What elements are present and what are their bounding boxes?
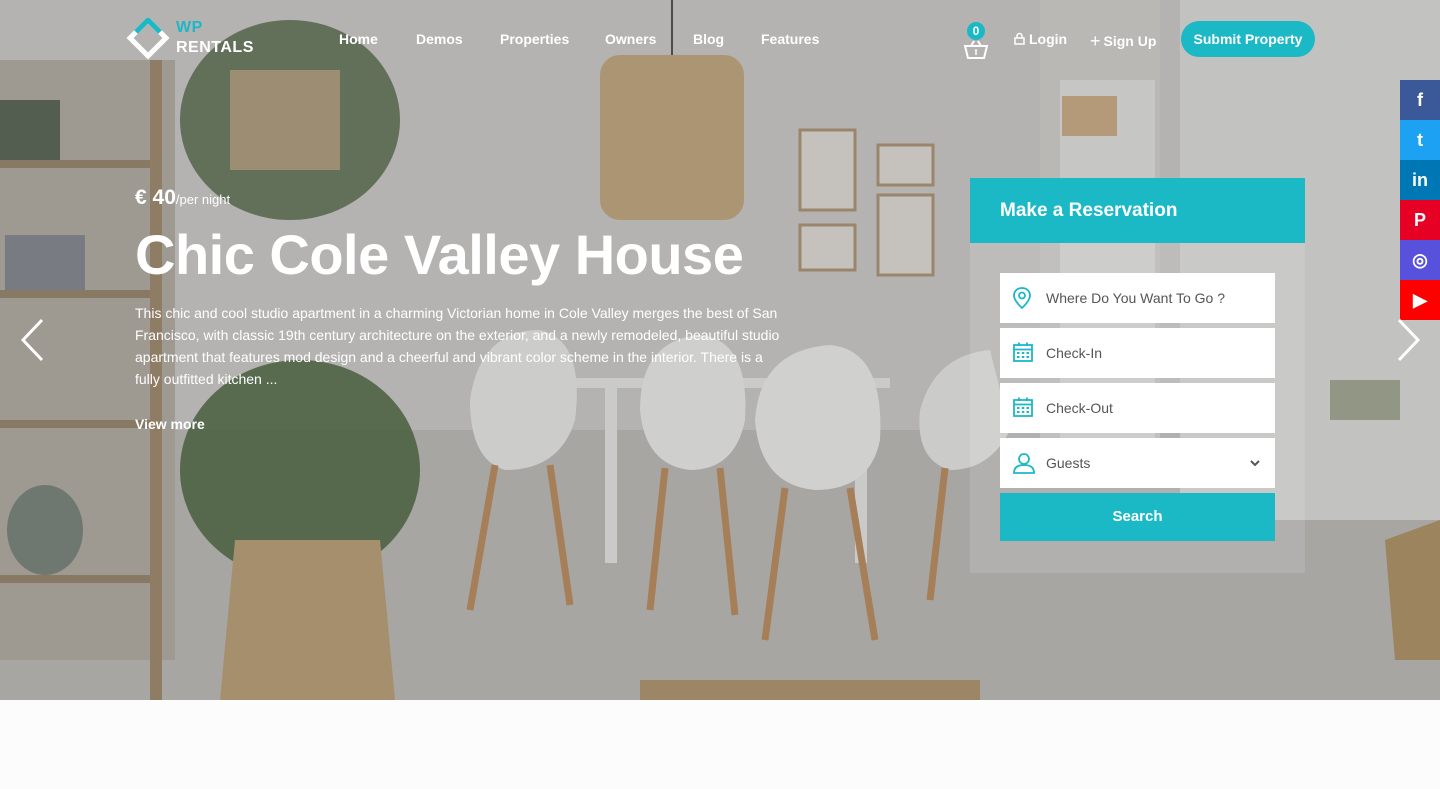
map-pin-icon (1013, 287, 1031, 310)
search-button[interactable]: Search (1000, 493, 1275, 541)
nav-item-demos[interactable]: Demos (416, 31, 463, 47)
check-in-field[interactable]: Check-In (1000, 328, 1275, 378)
login-link[interactable]: Login (1014, 31, 1067, 47)
guests-select[interactable]: Guests (1000, 438, 1275, 488)
logo-text-wp: WP (176, 19, 203, 36)
youtube-icon[interactable]: ▶ (1400, 280, 1440, 320)
login-label: Login (1029, 31, 1068, 47)
pinterest-icon[interactable]: P (1400, 200, 1440, 240)
logo-diamond-icon (126, 18, 170, 60)
check-out-placeholder: Check-Out (1046, 400, 1113, 416)
listing-price: € 40/per night (135, 186, 230, 210)
signup-link[interactable]: + Sign Up (1090, 31, 1156, 52)
submit-property-button[interactable]: Submit Property (1181, 21, 1315, 57)
site-logo[interactable]: WP RENTALS (126, 18, 266, 62)
slider-prev-arrow-icon[interactable] (18, 318, 48, 362)
guests-label: Guests (1046, 455, 1091, 471)
nav-item-features[interactable]: Features (761, 31, 819, 47)
location-field[interactable]: Where Do You Want To Go ? (1000, 273, 1275, 323)
price-amount: € 40 (135, 186, 176, 209)
nav-item-home[interactable]: Home (339, 31, 378, 47)
view-more-link[interactable]: View more (135, 416, 205, 432)
plus-icon: + (1090, 31, 1101, 51)
twitter-icon[interactable]: t (1400, 120, 1440, 160)
price-unit: /per night (175, 192, 231, 207)
cart-count-badge: 0 (967, 22, 985, 40)
chevron-down-icon (1250, 460, 1260, 467)
slider-next-arrow-icon[interactable] (1393, 318, 1423, 362)
facebook-icon[interactable]: f (1400, 80, 1440, 120)
reservation-heading: Make a Reservation (970, 178, 1305, 243)
linkedin-icon[interactable]: in (1400, 160, 1440, 200)
listing-title: Chic Cole Valley House (135, 223, 744, 286)
lock-icon (1014, 32, 1025, 45)
instagram-icon[interactable]: ◎ (1400, 240, 1440, 280)
listing-description: This chic and cool studio apartment in a… (135, 305, 780, 387)
check-out-field[interactable]: Check-Out (1000, 383, 1275, 433)
check-in-placeholder: Check-In (1046, 345, 1103, 361)
nav-item-owners[interactable]: Owners (605, 31, 656, 47)
nav-item-blog[interactable]: Blog (693, 31, 724, 47)
calendar-icon (1013, 342, 1033, 362)
signup-label: Sign Up (1103, 33, 1157, 49)
basket-icon (963, 40, 989, 59)
calendar-icon (1013, 397, 1033, 417)
logo-text-rentals: RENTALS (176, 39, 254, 56)
cart-button[interactable]: 0 (963, 22, 991, 60)
location-placeholder: Where Do You Want To Go ? (1046, 290, 1225, 306)
social-share-bar: f t in P ◎ ▶ (1400, 80, 1440, 320)
nav-item-properties[interactable]: Properties (500, 31, 569, 47)
user-icon (1013, 453, 1035, 474)
